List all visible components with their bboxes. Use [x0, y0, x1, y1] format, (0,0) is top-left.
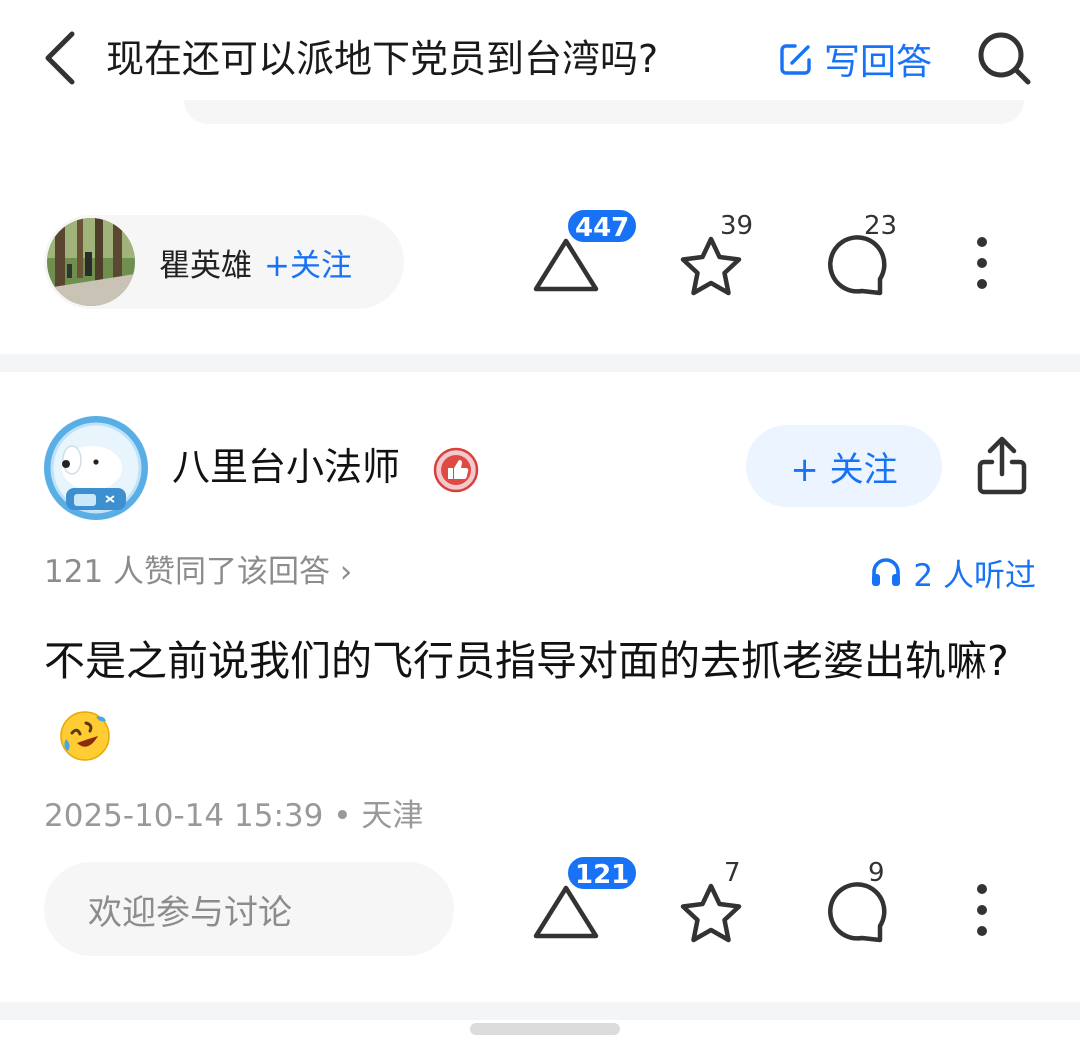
thumbs-up-badge-icon: [433, 447, 479, 493]
vertical-dots-icon[interactable]: [972, 882, 992, 942]
answer-content-text: 不是之前说我们的飞行员指导对面的去抓老婆出轨嘛?: [44, 637, 1009, 685]
write-answer-label: 写回答: [824, 42, 933, 83]
upvote-button[interactable]: 447: [530, 208, 639, 315]
previous-author-pill[interactable]: 瞿英雄 +关注: [44, 215, 404, 309]
star-icon: [680, 883, 742, 943]
section-divider: [0, 1002, 1080, 1020]
favorite-count: 7: [724, 858, 741, 888]
vote-count-badge: 121: [566, 855, 639, 891]
star-icon: [680, 236, 742, 296]
share-icon[interactable]: [972, 434, 1032, 498]
home-indicator: [470, 1023, 620, 1035]
answer-meta: 2025-10-14 15:39 • 天津: [44, 798, 424, 834]
comment-button[interactable]: 9: [822, 858, 912, 962]
agree-count-link[interactable]: 121 人赞同了该回答 ›: [44, 550, 352, 594]
previous-content-edge: [184, 100, 1024, 124]
answer-content: 不是之前说我们的飞行员指导对面的去抓老婆出轨嘛?: [44, 622, 1034, 778]
chevron-left-icon[interactable]: [40, 28, 84, 88]
avatar[interactable]: [44, 416, 148, 520]
question-title[interactable]: 现在还可以派地下党员到台湾吗?: [106, 34, 658, 84]
headphone-icon: [872, 558, 901, 586]
favorite-count: 39: [720, 211, 754, 241]
previous-follow-button[interactable]: +关注: [264, 240, 352, 285]
comment-bubble-icon: [828, 235, 887, 296]
previous-answer-action-bar: 瞿英雄 +关注 447 39 23: [0, 208, 1080, 315]
section-divider: [0, 354, 1080, 372]
listened-count[interactable]: 2 人听过: [869, 550, 1036, 594]
author-name[interactable]: 八里台小法师: [172, 442, 400, 492]
rolling-on-floor-laughing-emoji: [60, 711, 110, 761]
comment-button[interactable]: 23: [822, 211, 912, 315]
comment-count: 9: [868, 858, 885, 888]
follow-button[interactable]: + 关注: [746, 425, 942, 507]
comment-count: 23: [864, 211, 898, 241]
previous-author-name[interactable]: 瞿英雄: [159, 240, 252, 285]
write-answer-button[interactable]: 写回答: [778, 34, 932, 84]
comment-placeholder: 欢迎参与讨论: [88, 892, 292, 933]
vote-count-badge: 447: [566, 208, 639, 244]
comment-bubble-icon: [828, 882, 887, 943]
comment-input[interactable]: 欢迎参与讨论: [44, 862, 454, 956]
vertical-dots-icon[interactable]: [972, 235, 992, 295]
edit-icon: [780, 44, 811, 75]
listened-count-text: 2 人听过: [913, 557, 1036, 594]
top-bar: 现在还可以派地下党员到台湾吗? 写回答: [0, 0, 1080, 124]
favorite-button[interactable]: 7: [676, 858, 766, 962]
favorite-button[interactable]: 39: [676, 211, 766, 315]
search-icon[interactable]: [976, 30, 1032, 86]
upvote-button[interactable]: 121: [530, 855, 639, 962]
avatar[interactable]: [47, 218, 135, 306]
answer-action-bar: 欢迎参与讨论 121 7 9: [0, 855, 1080, 962]
